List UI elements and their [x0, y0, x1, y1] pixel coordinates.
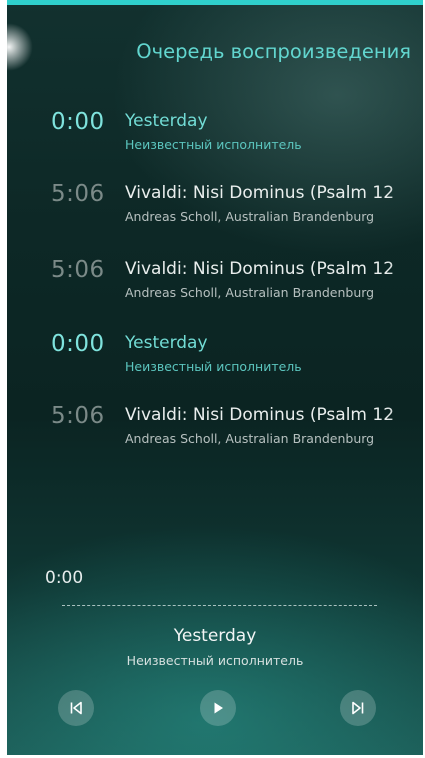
track-duration: 0:00 [51, 331, 105, 357]
play-button[interactable] [200, 690, 236, 726]
play-icon [214, 702, 223, 714]
track-title: Vivaldi: Nisi Dominus (Psalm 12 [125, 259, 395, 279]
track-title: Yesterday [125, 111, 208, 131]
now-playing-title: Yesterday [173, 626, 257, 646]
track-title: Yesterday [125, 333, 208, 353]
progress-bar[interactable] [62, 605, 377, 606]
track-artist: Andreas Scholl, Australian Brandenburg [125, 285, 375, 300]
track-duration: 0:00 [51, 109, 105, 135]
light-glow [7, 23, 33, 71]
skip-previous-icon [70, 701, 82, 715]
queue-item[interactable]: 5:06 Vivaldi: Nisi Dominus (Psalm 12 And… [7, 257, 423, 313]
track-artist: Неизвестный исполнитель [125, 359, 302, 374]
now-playing-artist: Неизвестный исполнитель [126, 653, 304, 668]
queue-item[interactable]: 5:06 Vivaldi: Nisi Dominus (Psalm 12 And… [7, 181, 423, 237]
track-title: Vivaldi: Nisi Dominus (Psalm 12 [125, 183, 395, 203]
previous-button[interactable] [58, 690, 94, 726]
track-artist: Andreas Scholl, Australian Brandenburg [125, 209, 375, 224]
queue-item[interactable]: 0:00 Yesterday Неизвестный исполнитель [7, 109, 423, 165]
queue-item[interactable]: 5:06 Vivaldi: Nisi Dominus (Psalm 12 And… [7, 403, 423, 459]
queue-item[interactable]: 0:00 Yesterday Неизвестный исполнитель [7, 331, 423, 387]
current-time: 0:00 [45, 568, 84, 588]
accent-bar [7, 0, 423, 5]
track-artist: Andreas Scholl, Australian Brandenburg [125, 431, 375, 446]
track-title: Vivaldi: Nisi Dominus (Psalm 12 [125, 405, 395, 425]
page-title: Очередь воспроизведения [136, 40, 411, 63]
next-button[interactable] [340, 690, 376, 726]
track-artist: Неизвестный исполнитель [125, 137, 302, 152]
track-duration: 5:06 [51, 257, 105, 283]
track-duration: 5:06 [51, 181, 105, 207]
skip-next-icon [352, 701, 364, 715]
music-player-screen: Очередь воспроизведения 0:00 Yesterday Н… [7, 0, 423, 755]
track-duration: 5:06 [51, 403, 105, 429]
